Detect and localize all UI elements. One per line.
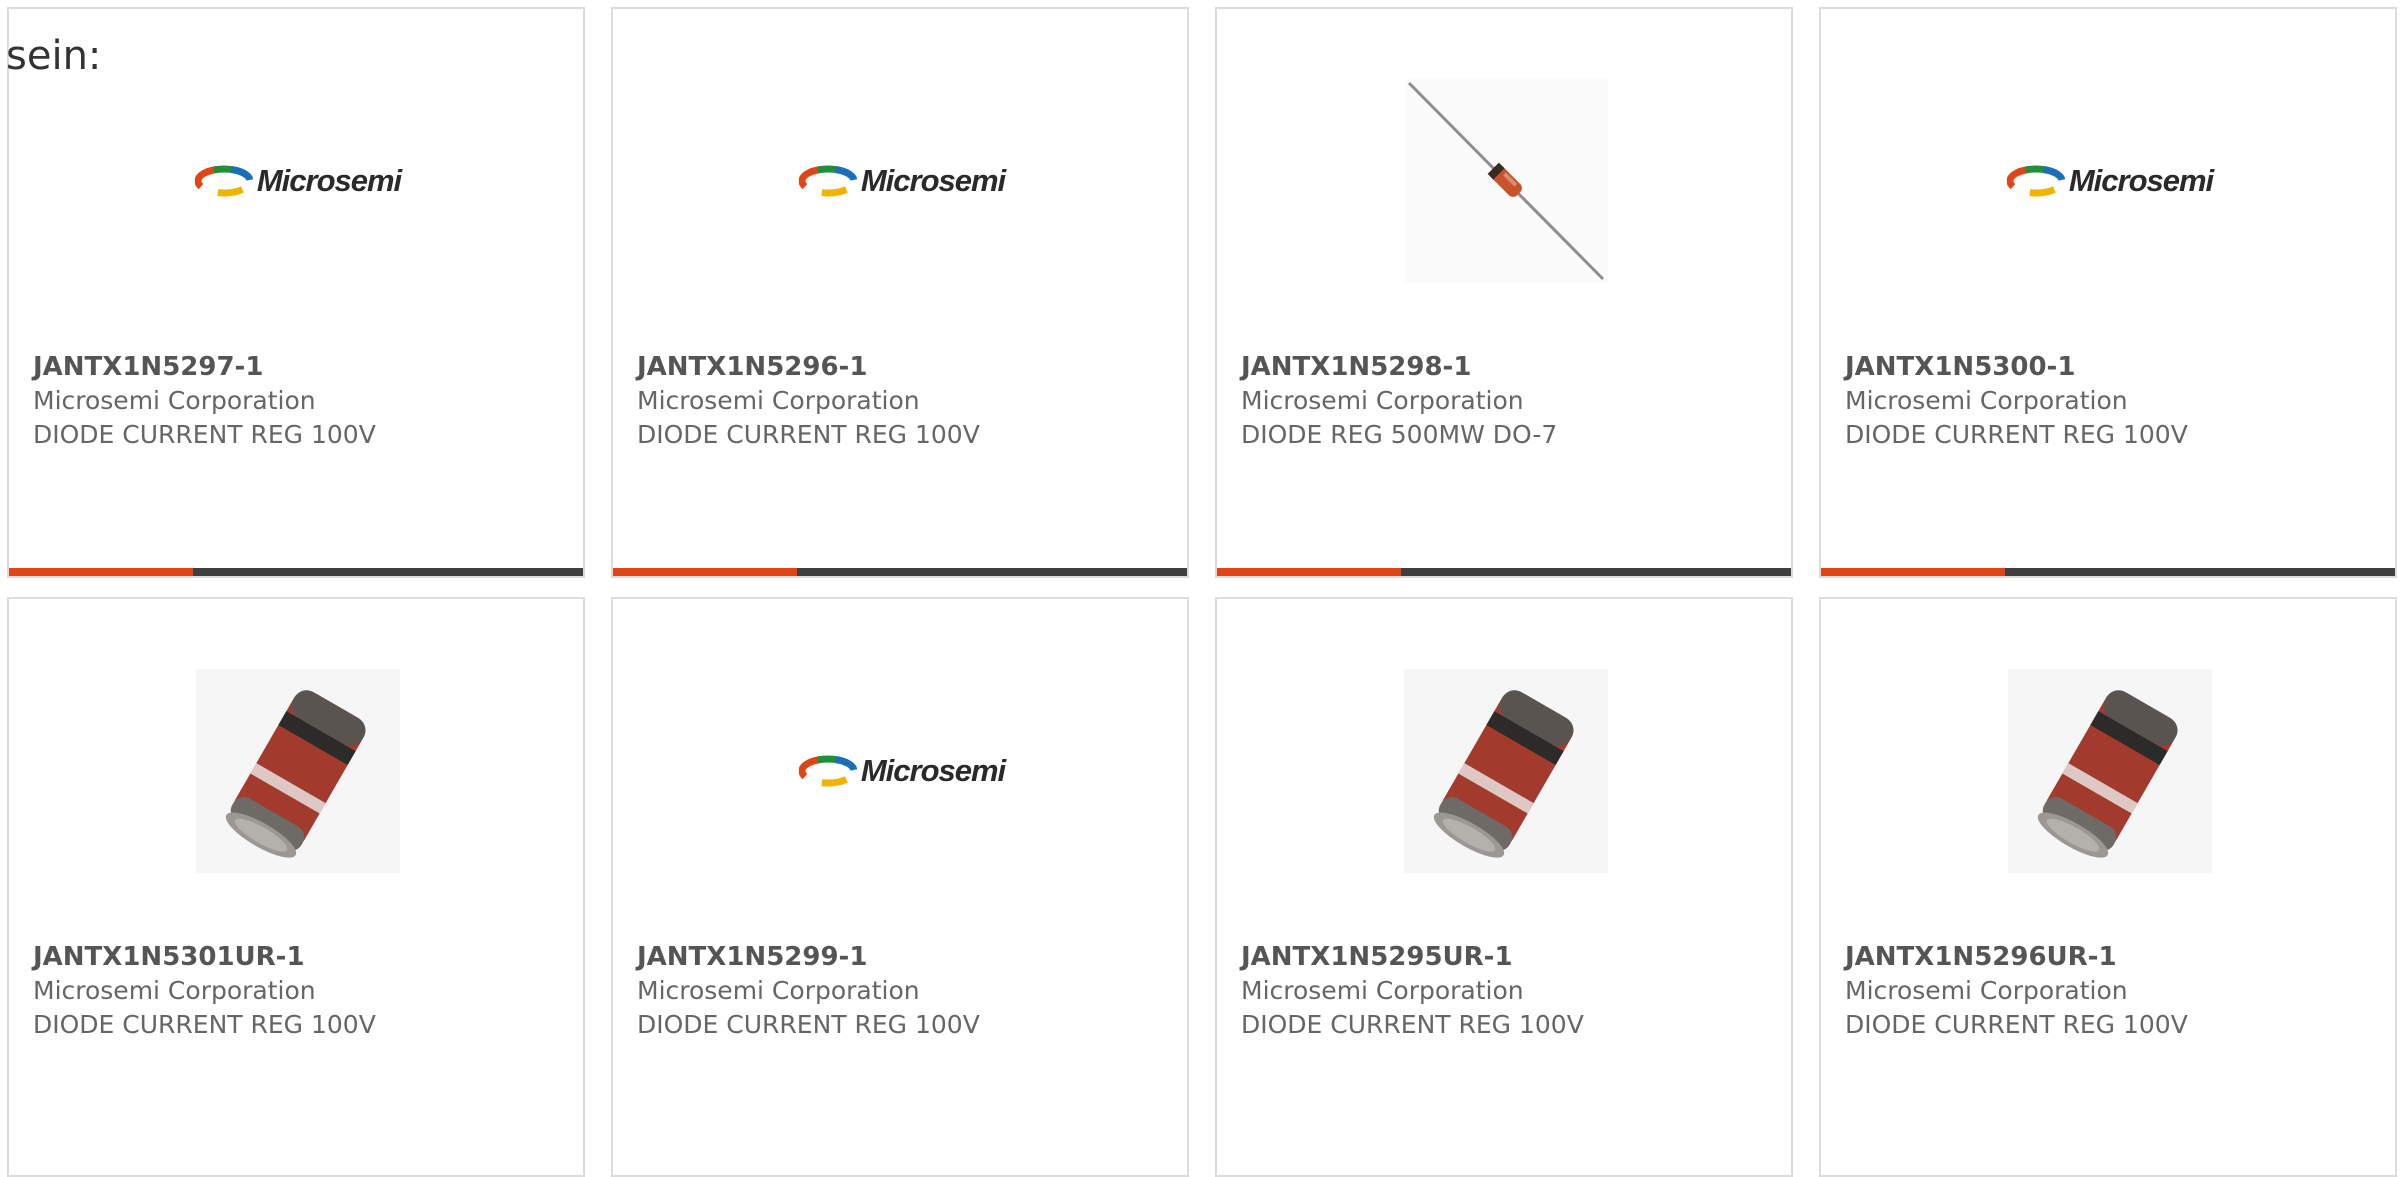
part-number-link[interactable]: JANTX1N5297-1 — [33, 350, 376, 384]
microsemi-logo: Microsemi — [2006, 163, 2214, 199]
product-card[interactable]: JANTX1N5295UR-1 Microsemi Corporation DIOD… — [1215, 597, 1793, 1177]
part-number-link[interactable]: JANTX1N5298-1 — [1241, 350, 1557, 384]
part-number-link[interactable]: JANTX1N5296UR-1 — [1845, 940, 2188, 974]
melf-diode-photo — [2008, 669, 2212, 873]
product-info: JANTX1N5298-1 Microsemi Corporation DIODE … — [1241, 350, 1557, 452]
product-info: JANTX1N5300-1 Microsemi Corporation DIODE … — [1845, 350, 2188, 452]
product-description: DIODE CURRENT REG 100V — [33, 1010, 376, 1039]
product-description: DIODE CURRENT REG 100V — [1241, 1010, 1584, 1039]
logo-text: Microsemi — [860, 163, 1006, 198]
progress-bar — [613, 568, 1187, 576]
product-card[interactable]: Microsemi JANTX1N5299-1 Microsemi Corporat… — [611, 597, 1189, 1177]
product-info: JANTX1N5296UR-1 Microsemi Corporation DIOD… — [1845, 940, 2188, 1042]
part-number-link[interactable]: JANTX1N5296-1 — [637, 350, 980, 384]
manufacturer-name: Microsemi Corporation — [1845, 976, 2128, 1005]
microsemi-swoosh-icon — [194, 165, 253, 197]
product-grid: Microsemi JANTX1N5297-1 Microsemi Corporat… — [0, 0, 2400, 1177]
manufacturer-name: Microsemi Corporation — [1241, 976, 1524, 1005]
progress-bar — [1217, 568, 1791, 576]
product-description: DIODE REG 500MW DO-7 — [1241, 420, 1558, 449]
product-card[interactable]: Microsemi JANTX1N5296-1 Microsemi Corporat… — [611, 7, 1189, 578]
product-image-melf-diode[interactable] — [2008, 669, 2212, 873]
intro-text: sein: — [6, 33, 102, 79]
manufacturer-name: Microsemi Corporation — [1845, 386, 2128, 415]
product-card[interactable]: Microsemi JANTX1N5297-1 Microsemi Corporat… — [7, 7, 585, 578]
product-description: DIODE CURRENT REG 100V — [1845, 1010, 2188, 1039]
manufacturer-name: Microsemi Corporation — [1241, 386, 1524, 415]
product-card[interactable]: JANTX1N5301UR-1 Microsemi Corporation DIOD… — [7, 597, 585, 1177]
progress-bar-fill — [1821, 568, 2005, 576]
progress-bar — [9, 568, 583, 576]
product-description: DIODE CURRENT REG 100V — [1845, 420, 2188, 449]
part-number-link[interactable]: JANTX1N5300-1 — [1845, 350, 2188, 384]
product-description: DIODE CURRENT REG 100V — [33, 420, 376, 449]
melf-diode-photo — [196, 669, 400, 873]
microsemi-logo: Microsemi — [798, 753, 1006, 789]
product-image-microsemi-logo[interactable]: Microsemi — [798, 669, 1006, 873]
part-number-link[interactable]: JANTX1N5299-1 — [637, 940, 980, 974]
microsemi-swoosh-icon — [798, 165, 857, 197]
product-info: JANTX1N5296-1 Microsemi Corporation DIODE … — [637, 350, 980, 452]
microsemi-logo: Microsemi — [798, 163, 1006, 199]
product-info: JANTX1N5297-1 Microsemi Corporation DIODE … — [33, 350, 376, 452]
product-image-microsemi-logo[interactable]: Microsemi — [798, 79, 1006, 283]
microsemi-swoosh-icon — [2006, 165, 2065, 197]
progress-bar-fill — [1217, 568, 1401, 576]
product-card[interactable]: JANTX1N5298-1 Microsemi Corporation DIODE … — [1215, 7, 1793, 578]
product-info: JANTX1N5301UR-1 Microsemi Corporation DIOD… — [33, 940, 376, 1042]
logo-text: Microsemi — [2068, 163, 2214, 198]
logo-text: Microsemi — [256, 163, 402, 198]
product-description: DIODE CURRENT REG 100V — [637, 420, 980, 449]
microsemi-swoosh-icon — [798, 755, 857, 787]
manufacturer-name: Microsemi Corporation — [33, 386, 316, 415]
product-image-melf-diode[interactable] — [1404, 669, 1608, 873]
part-number-link[interactable]: JANTX1N5301UR-1 — [33, 940, 376, 974]
product-card[interactable]: Microsemi JANTX1N5300-1 Microsemi Corporat… — [1819, 7, 2397, 578]
logo-text: Microsemi — [860, 753, 1006, 788]
product-image-melf-diode[interactable] — [196, 669, 400, 873]
manufacturer-name: Microsemi Corporation — [637, 976, 920, 1005]
product-description: DIODE CURRENT REG 100V — [637, 1010, 980, 1039]
melf-diode-photo — [1404, 669, 1608, 873]
product-image-microsemi-logo[interactable]: Microsemi — [2006, 79, 2214, 283]
progress-bar-fill — [9, 568, 193, 576]
part-number-link[interactable]: JANTX1N5295UR-1 — [1241, 940, 1584, 974]
product-info: JANTX1N5295UR-1 Microsemi Corporation DIOD… — [1241, 940, 1584, 1042]
progress-bar-fill — [613, 568, 797, 576]
product-image-microsemi-logo[interactable]: Microsemi — [194, 79, 402, 283]
product-image-axial-diode[interactable] — [1404, 79, 1608, 283]
axial-diode-photo — [1404, 79, 1608, 283]
manufacturer-name: Microsemi Corporation — [33, 976, 316, 1005]
manufacturer-name: Microsemi Corporation — [637, 386, 920, 415]
product-info: JANTX1N5299-1 Microsemi Corporation DIODE … — [637, 940, 980, 1042]
progress-bar — [1821, 568, 2395, 576]
product-card[interactable]: JANTX1N5296UR-1 Microsemi Corporation DIOD… — [1819, 597, 2397, 1177]
microsemi-logo: Microsemi — [194, 163, 402, 199]
